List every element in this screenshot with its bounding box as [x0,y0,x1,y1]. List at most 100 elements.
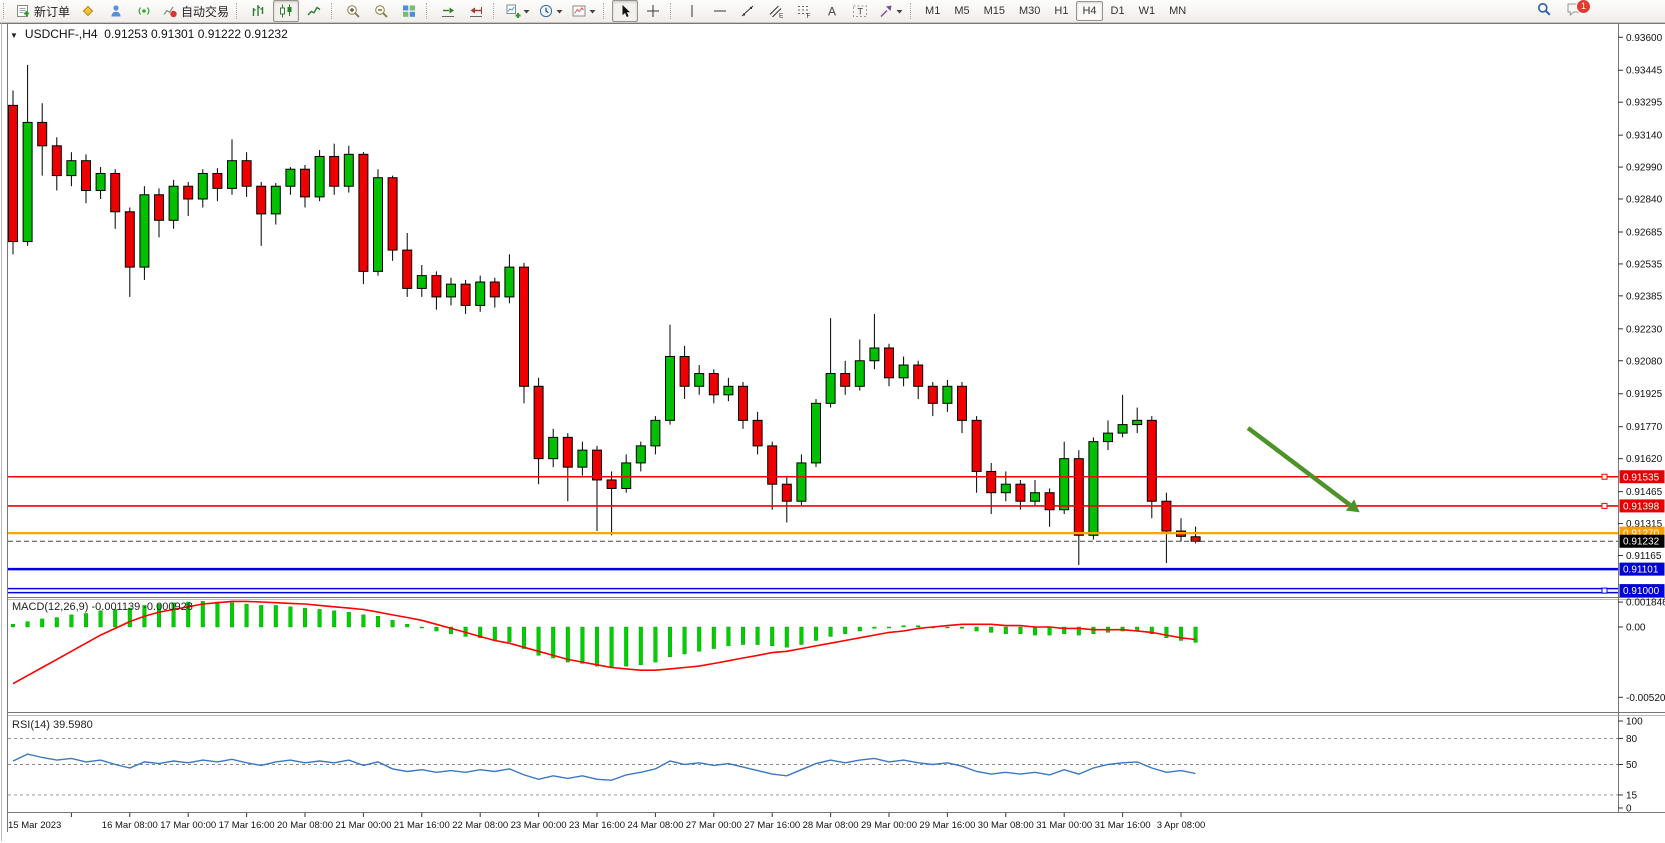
bear-candle [184,186,193,199]
auto-scroll-button[interactable] [435,0,461,22]
line-chart-button[interactable] [301,0,327,22]
one-click-trading-toggle[interactable]: ▼ [10,31,18,40]
price-tick-label: 0.91770 [1626,422,1663,433]
macd-histogram-bar [332,611,336,627]
chart-canvas[interactable]: 0.936000.934450.932950.931400.929900.928… [0,22,1665,843]
notifications-button[interactable]: 1 [1564,1,1584,21]
signals-button[interactable] [131,0,157,22]
bull-candle [476,282,485,305]
zoom-in-button[interactable] [340,0,366,22]
search-button[interactable] [1534,1,1554,21]
chart-window[interactable]: 0.936000.934450.932950.931400.929900.928… [0,22,1665,843]
macd-histogram-bar [581,627,585,663]
textA-icon: A [824,3,840,19]
vertical-line-button[interactable] [679,0,705,22]
fibonacci-button[interactable]: F [791,0,817,22]
time-tick-label: 27 Mar 00:00 [686,820,742,831]
cursor-icon [617,3,633,19]
candlestick-chart-button[interactable] [273,0,299,22]
tf-mn[interactable]: MN [1163,1,1192,21]
bear-candle [914,365,923,386]
price-tag-label: 0.91398 [1623,501,1660,512]
tf-m5[interactable]: M5 [948,1,975,21]
tf-m30[interactable]: M30 [1013,1,1046,21]
line-handle[interactable] [1602,588,1607,593]
macd-histogram-bar [1004,627,1008,634]
profile-button[interactable] [103,0,129,22]
chart-background [0,22,1665,843]
crosshair-button[interactable] [640,0,666,22]
bull-candle [447,284,456,297]
vline-icon [684,3,700,19]
tf-h4[interactable]: H4 [1076,1,1102,21]
bear-candle [928,386,937,403]
tile-windows-button[interactable] [396,0,422,22]
gold-diamond-button[interactable] [75,0,101,22]
bear-candle [242,161,251,187]
bull-candle [651,420,660,446]
toolbar-grip [331,3,335,19]
svg-text:E: E [779,13,784,20]
bull-candle [549,437,558,458]
tf-m15[interactable]: M15 [978,1,1011,21]
new-chart-button[interactable] [502,0,533,22]
bull-candle [1118,425,1127,434]
bull-candle [271,186,280,214]
macd-histogram-bar [347,612,351,627]
templates-button[interactable] [568,0,599,22]
bear-candle [432,276,441,297]
bull-candle [315,156,324,196]
price-tick-label: 0.92080 [1626,356,1663,367]
bull-candle [636,446,645,463]
horizontal-line-button[interactable] [707,0,733,22]
macd-histogram-bar [26,622,30,627]
trendline-button[interactable] [735,0,761,22]
new-order-button[interactable]: 新订单 [12,0,73,22]
macd-histogram-bar [843,627,847,634]
text-button[interactable]: A [819,0,845,22]
macd-histogram-bar [741,627,745,645]
tf-w1[interactable]: W1 [1133,1,1162,21]
bar-chart-button[interactable] [245,0,271,22]
cursor-button[interactable] [612,0,638,22]
line-handle[interactable] [1602,474,1607,479]
macd-histogram-bar [289,607,293,627]
price-tick-label: 0.93600 [1626,33,1663,44]
price-tick-label: 0.91925 [1626,389,1663,400]
zoom-out-button[interactable] [368,0,394,22]
svg-text:F: F [807,13,811,19]
bull-candle [23,122,32,241]
tf-m1[interactable]: M1 [919,1,946,21]
text-label-button[interactable]: T [847,0,873,22]
bear-candle [520,267,529,386]
bear-candle [125,212,134,267]
chart-shift-button[interactable] [463,0,489,22]
bear-candle [388,178,397,250]
macd-histogram-bar [420,627,424,628]
arrows-button[interactable] [875,0,906,22]
macd-histogram-bar [785,627,789,647]
macd-histogram-bar [405,624,409,627]
line-handle[interactable] [1602,503,1607,508]
bull-candle [870,348,879,361]
bull-candle [578,450,587,467]
macd-histogram-bar [84,614,88,628]
price-tick-label: 0.91465 [1626,487,1663,498]
macd-histogram-bar [668,627,672,657]
bull-candle [140,195,149,267]
bear-candle [534,386,543,458]
notification-badge: 1 [1576,0,1591,14]
bear-candle [753,420,762,446]
price-tick-label: 0.92990 [1626,163,1663,174]
equidistant-channel-button[interactable]: E [763,0,789,22]
rsi-tick-label: 100 [1626,717,1643,728]
tf-d1[interactable]: D1 [1105,1,1131,21]
bear-candle [257,186,266,214]
main-toolbar: 新订单 自动交易 E F AT M1M5M15M30H1H4D1W1MN 1 [0,0,1665,23]
periods-button[interactable] [535,0,566,22]
macd-histogram-bar [887,627,891,628]
macd-tick-label: 0.001846 [1626,598,1665,609]
autotrading-button[interactable]: 自动交易 [159,0,232,22]
tf-h1[interactable]: H1 [1048,1,1074,21]
macd-histogram-bar [1019,627,1023,634]
